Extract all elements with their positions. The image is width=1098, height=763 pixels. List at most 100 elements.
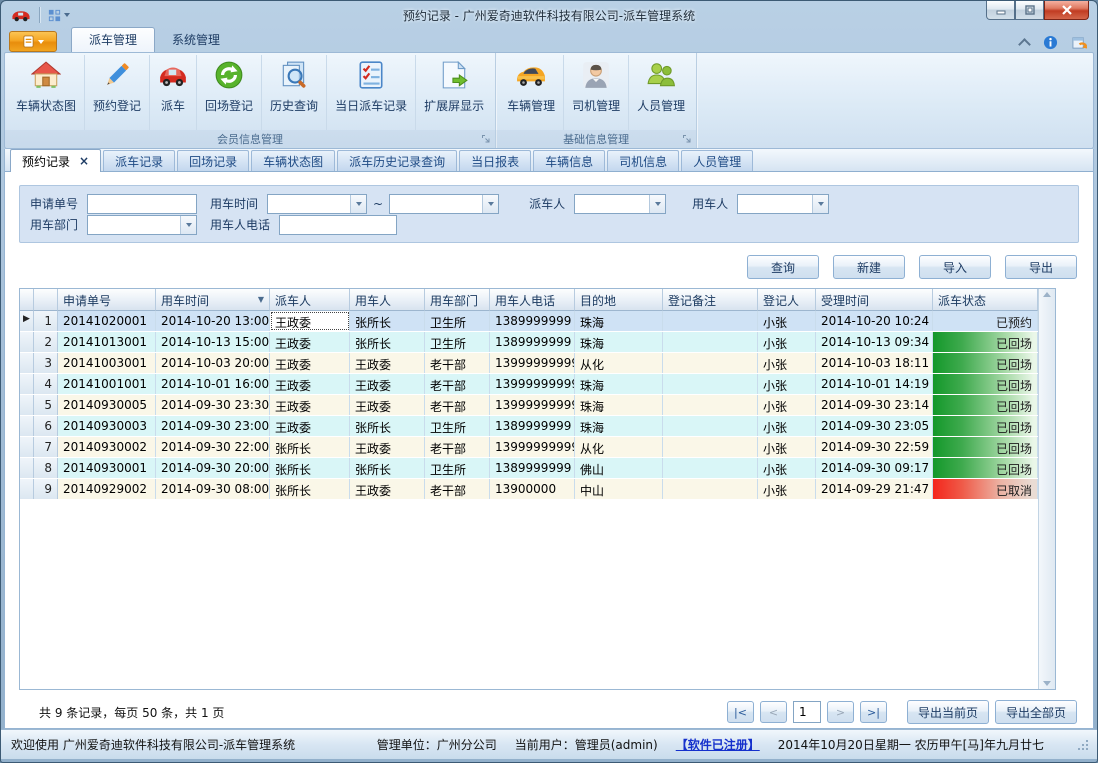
table-row[interactable]: 8201409300012014-09-30 20:00张所长张所长卫生所138… — [20, 458, 1038, 479]
driver-ribbon-button[interactable]: 司机管理 — [563, 55, 628, 130]
cell-registrar[interactable]: 小张 — [758, 395, 816, 415]
cell-status[interactable]: 已回场 — [933, 437, 1038, 457]
cell-registrar[interactable]: 小张 — [758, 416, 816, 436]
doc-tab-2[interactable]: 派车记录 — [103, 150, 175, 171]
cell-use-time[interactable]: 2014-09-30 23:00 — [156, 416, 270, 436]
phone-input[interactable] — [279, 215, 397, 235]
cell-accept-time[interactable]: 2014-09-30 23:14 — [816, 395, 933, 415]
cell-user[interactable]: 王政委 — [350, 374, 425, 394]
cell-dispatcher[interactable]: 王政委 — [270, 374, 350, 394]
cell-phone[interactable]: 1389999999 — [490, 332, 575, 352]
cell-status[interactable]: 已预约 — [933, 311, 1038, 331]
cell-status[interactable]: 已回场 — [933, 416, 1038, 436]
column-header[interactable]: 登记备注 — [663, 289, 758, 311]
cell-dept[interactable]: 老干部 — [425, 374, 490, 394]
cell-status[interactable]: 已回场 — [933, 458, 1038, 478]
cell-use-time[interactable]: 2014-09-30 20:00 — [156, 458, 270, 478]
table-row[interactable]: 3201410030012014-10-03 20:00王政委王政委老干部139… — [20, 353, 1038, 374]
first-page-button[interactable]: |< — [727, 701, 754, 723]
cell-order-no[interactable]: 20140930001 — [58, 458, 156, 478]
cell-remark[interactable] — [663, 458, 758, 478]
maximize-button[interactable] — [1015, 1, 1044, 20]
cell-remark[interactable] — [663, 374, 758, 394]
cell-order-no[interactable]: 20140930002 — [58, 437, 156, 457]
cell-use-time[interactable]: 2014-09-30 22:00 — [156, 437, 270, 457]
chevron-down-icon[interactable] — [350, 195, 366, 213]
cell-order-no[interactable]: 20140930005 — [58, 395, 156, 415]
page-number-input[interactable] — [793, 701, 821, 723]
cell-user[interactable]: 王政委 — [350, 437, 425, 457]
cell-phone[interactable]: 13999999999 — [490, 437, 575, 457]
cell-user[interactable]: 张所长 — [350, 311, 425, 331]
minimize-button[interactable] — [986, 1, 1015, 20]
application-menu-button[interactable] — [9, 31, 57, 52]
order-no-input[interactable] — [87, 194, 197, 214]
cell-dispatcher[interactable]: 王政委 — [270, 332, 350, 352]
cell-registrar[interactable]: 小张 — [758, 479, 816, 499]
cell-remark[interactable] — [663, 332, 758, 352]
title-bar[interactable]: 预约记录 - 广州爱奇迪软件科技有限公司-派车管理系统 — [1, 1, 1097, 29]
use-time-to-combo[interactable] — [389, 194, 499, 214]
quick-access-toolbar-button[interactable] — [44, 7, 73, 24]
doc-tab-4[interactable]: 车辆状态图 — [251, 150, 335, 171]
column-header[interactable]: 用车人电话 — [490, 289, 575, 311]
cell-use-time[interactable]: 2014-10-03 20:00 — [156, 353, 270, 373]
cell-phone[interactable]: 1389999999 — [490, 458, 575, 478]
ribbon-tab-2[interactable]: 系统管理 — [155, 28, 237, 52]
cell-dest[interactable]: 从化 — [575, 353, 663, 373]
doc-tab-1[interactable]: 预约记录× — [10, 149, 101, 172]
vertical-scrollbar[interactable] — [1038, 289, 1055, 689]
ribbon-tab-1[interactable]: 派车管理 — [71, 27, 155, 52]
table-row[interactable]: 7201409300022014-09-30 22:00张所长王政委老干部139… — [20, 437, 1038, 458]
column-header[interactable]: 用车人 — [350, 289, 425, 311]
close-icon[interactable]: × — [79, 154, 89, 168]
cell-dispatcher[interactable]: 王政委 — [270, 353, 350, 373]
cell-dest[interactable]: 珠海 — [575, 416, 663, 436]
cell-user[interactable]: 王政委 — [350, 395, 425, 415]
green-refresh-ribbon-button[interactable]: 回场登记 — [196, 55, 261, 130]
cell-dest[interactable]: 从化 — [575, 437, 663, 457]
close-button[interactable] — [1044, 1, 1089, 20]
query-button[interactable]: 查询 — [747, 255, 819, 279]
cell-order-no[interactable]: 20141013001 — [58, 332, 156, 352]
cell-dept[interactable]: 卫生所 — [425, 458, 490, 478]
cell-dept[interactable]: 老干部 — [425, 437, 490, 457]
resize-grip[interactable] — [1076, 738, 1089, 751]
cell-dest[interactable]: 珠海 — [575, 374, 663, 394]
doc-tab-7[interactable]: 车辆信息 — [533, 150, 605, 171]
cell-user[interactable]: 张所长 — [350, 416, 425, 436]
table-row[interactable]: 4201410010012014-10-01 16:00王政委王政委老干部139… — [20, 374, 1038, 395]
cell-use-time[interactable]: 2014-10-13 15:00 — [156, 332, 270, 352]
export-all-pages-button[interactable]: 导出全部页 — [995, 700, 1077, 724]
cell-dest[interactable]: 佛山 — [575, 458, 663, 478]
export-current-page-button[interactable]: 导出当前页 — [907, 700, 989, 724]
cell-phone[interactable]: 13900000 — [490, 479, 575, 499]
cell-order-no[interactable]: 20140930003 — [58, 416, 156, 436]
cell-accept-time[interactable]: 2014-09-29 21:47 — [816, 479, 933, 499]
doc-tab-6[interactable]: 当日报表 — [459, 150, 531, 171]
column-header[interactable]: 登记人 — [758, 289, 816, 311]
people-ribbon-button[interactable]: 人员管理 — [628, 55, 693, 130]
cell-use-time[interactable]: 2014-10-20 13:00 — [156, 311, 270, 331]
pencil-ribbon-button[interactable]: 预约登记 — [84, 55, 149, 130]
cell-accept-time[interactable]: 2014-10-03 18:11 — [816, 353, 933, 373]
collapse-ribbon-icon[interactable] — [1018, 38, 1031, 51]
doc-tab-3[interactable]: 回场记录 — [177, 150, 249, 171]
cell-use-time[interactable]: 2014-09-30 08:00 — [156, 479, 270, 499]
column-header[interactable]: 目的地 — [575, 289, 663, 311]
cell-user[interactable]: 张所长 — [350, 332, 425, 352]
cell-use-time[interactable]: 2014-09-30 23:30 — [156, 395, 270, 415]
cell-dept[interactable]: 老干部 — [425, 353, 490, 373]
cell-dept[interactable]: 老干部 — [425, 479, 490, 499]
cell-dest[interactable]: 中山 — [575, 479, 663, 499]
doc-tab-9[interactable]: 人员管理 — [681, 150, 753, 171]
house-ribbon-button[interactable]: 车辆状态图 — [8, 55, 84, 130]
cell-registrar[interactable]: 小张 — [758, 374, 816, 394]
cell-accept-time[interactable]: 2014-10-01 14:19 — [816, 374, 933, 394]
screen-arrow-ribbon-button[interactable]: 扩展屏显示 — [415, 55, 492, 130]
cell-dest[interactable]: 珠海 — [575, 311, 663, 331]
dialog-launcher-icon[interactable] — [682, 134, 693, 145]
doc-tab-5[interactable]: 派车历史记录查询 — [337, 150, 457, 171]
search-doc-ribbon-button[interactable]: 历史查询 — [261, 55, 326, 130]
dispatcher-combo[interactable] — [574, 194, 666, 214]
